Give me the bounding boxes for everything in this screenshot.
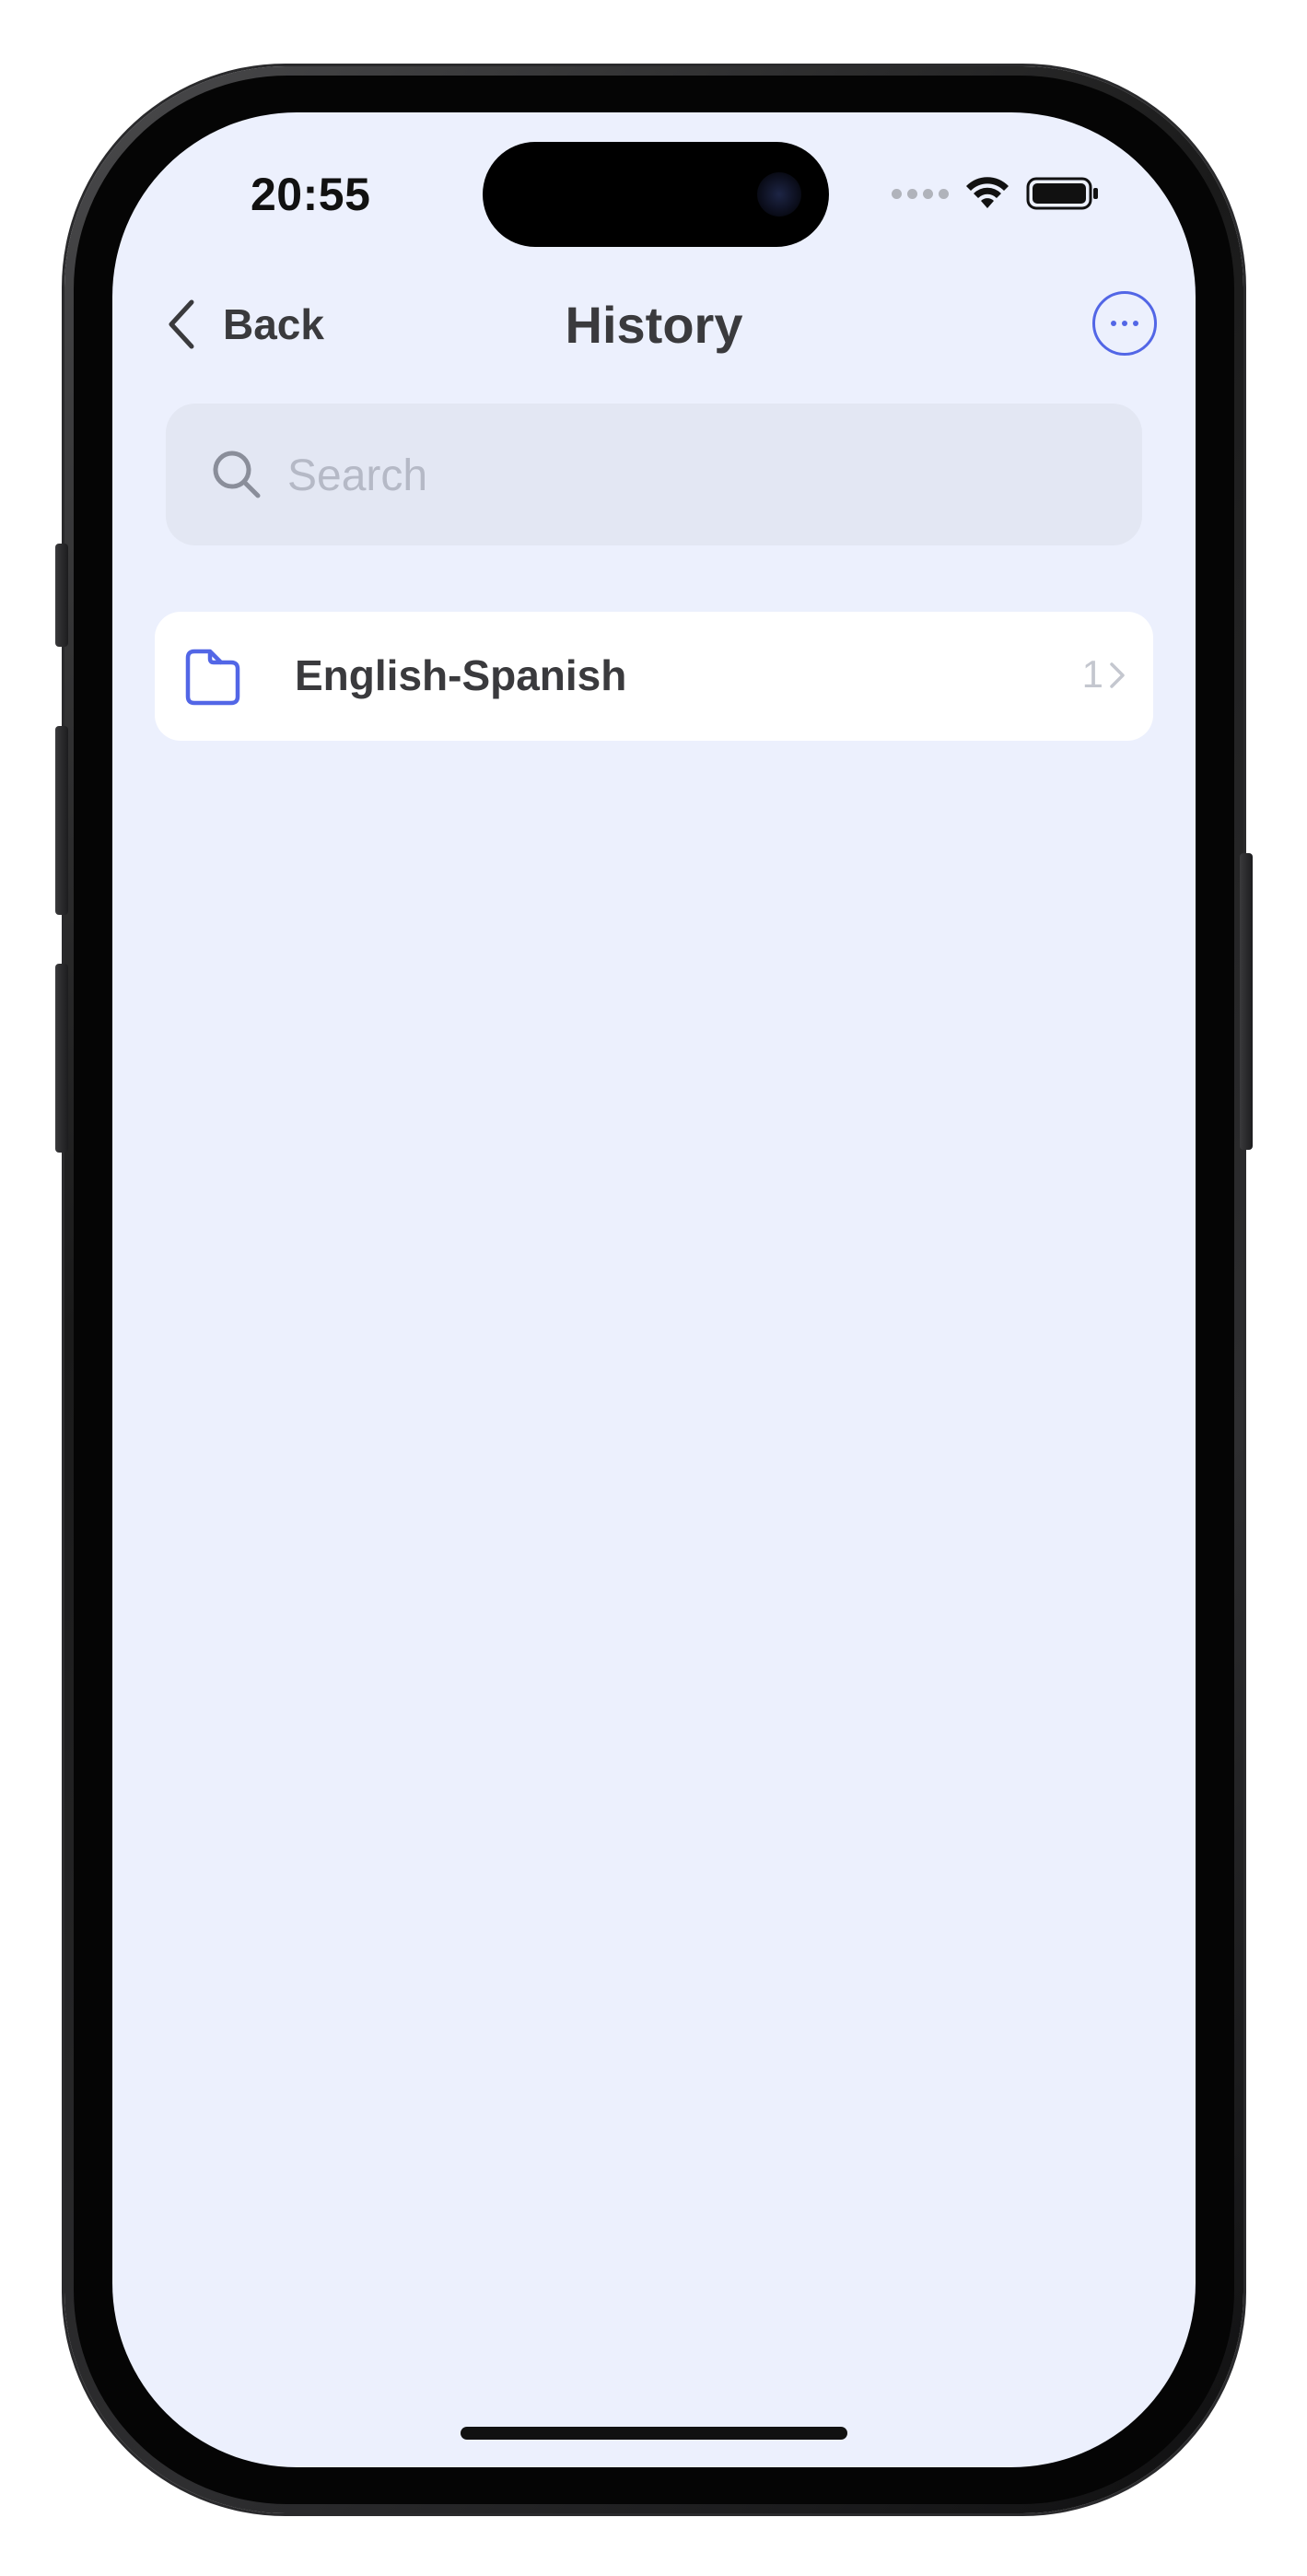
- search-icon: [213, 451, 261, 498]
- list-item-count: 1: [1081, 652, 1103, 696]
- battery-icon: [1026, 177, 1098, 210]
- list-item-english-spanish[interactable]: English-Spanish 1: [155, 612, 1153, 741]
- screen: 20:55 Back History Search English-Spanis…: [112, 112, 1196, 2467]
- side-power-button: [1240, 853, 1253, 1150]
- chevron-right-icon: [1110, 662, 1125, 688]
- back-label: Back: [223, 300, 324, 348]
- home-indicator[interactable]: [461, 2427, 847, 2440]
- back-button[interactable]: Back: [166, 295, 324, 354]
- ellipsis-dot: [1111, 321, 1116, 326]
- volume-down-button: [55, 964, 68, 1153]
- navigation-bar: Back History: [112, 278, 1196, 370]
- search-input[interactable]: [286, 404, 1118, 547]
- chevron-left-icon: [169, 299, 194, 349]
- status-indicators: [892, 177, 1100, 210]
- action-button: [55, 544, 68, 647]
- front-camera-icon: [757, 172, 801, 217]
- search-bar[interactable]: [166, 404, 1142, 547]
- page: 20:55 Back History Search English-Spanis…: [0, 0, 1307, 2576]
- status-time: 20:55: [251, 169, 371, 220]
- folder-icon: [185, 649, 240, 706]
- volume-up-button: [55, 726, 68, 915]
- ellipsis-dot: [1122, 321, 1127, 326]
- wifi-icon: [966, 177, 1009, 208]
- more-options-button[interactable]: [1092, 291, 1157, 356]
- ellipsis-dot: [1133, 321, 1138, 326]
- dynamic-island: [483, 142, 829, 247]
- list-item-label: English-Spanish: [295, 651, 627, 699]
- cellular-signal-icon: [892, 188, 949, 199]
